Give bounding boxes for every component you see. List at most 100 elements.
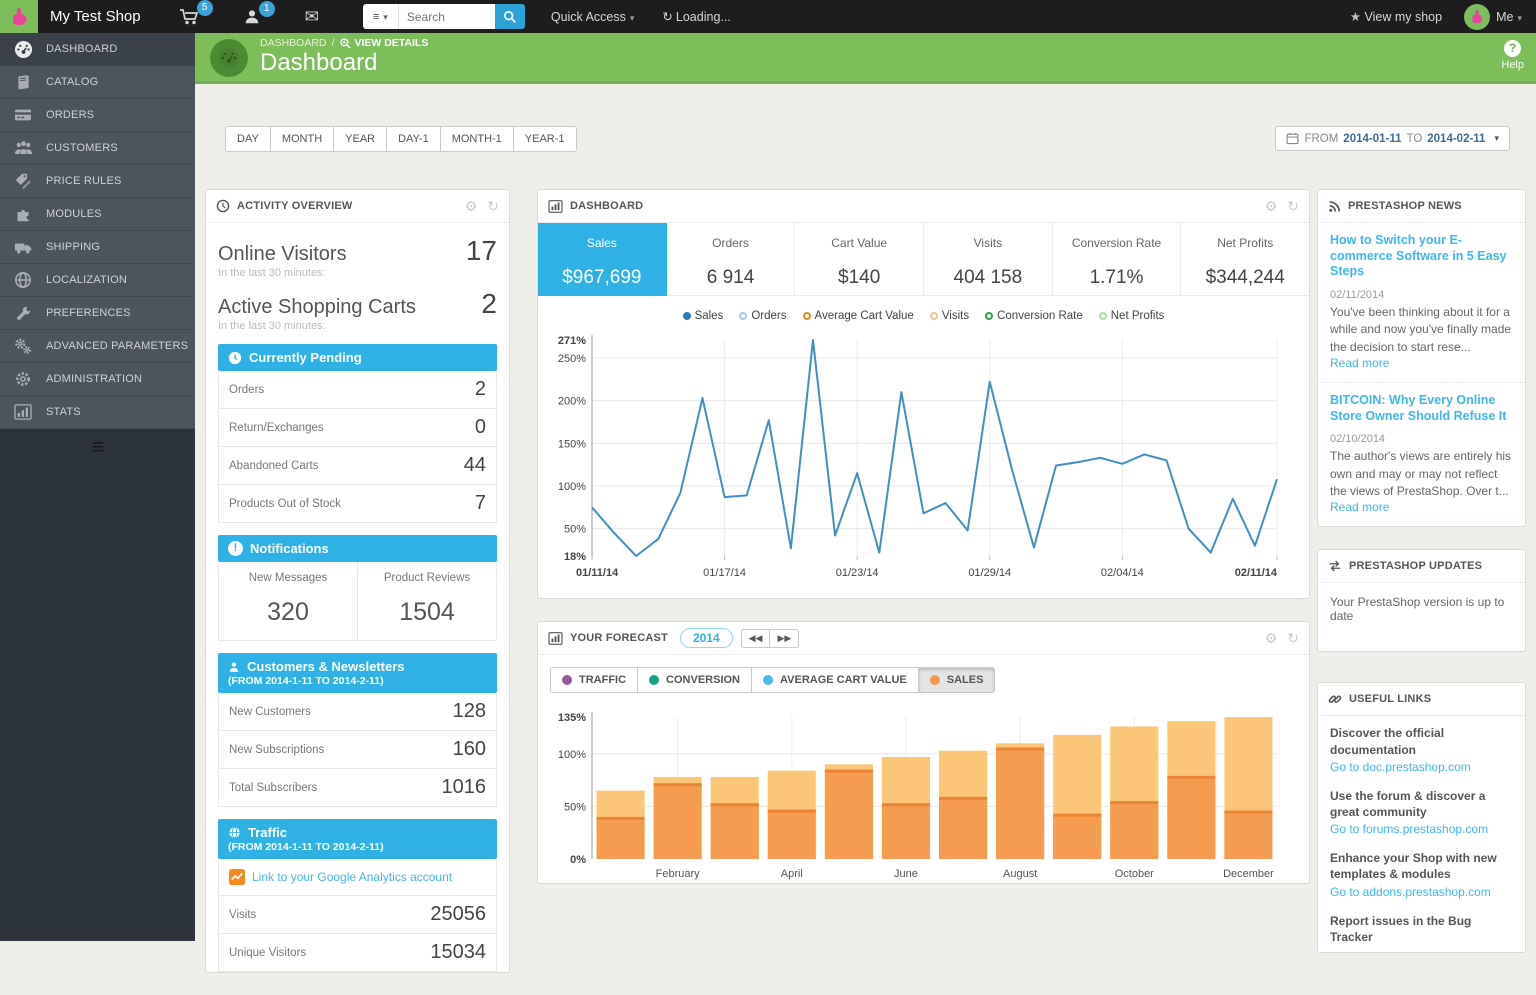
sidebar-item-catalog[interactable]: CATALOG — [0, 66, 195, 99]
legend-average-cart-value[interactable]: Average Cart Value — [803, 310, 914, 322]
visits-row[interactable]: Visits 25056 — [219, 896, 496, 934]
envelope-icon: ✉ — [305, 7, 319, 27]
out-of-stock-row[interactable]: Products Out of Stock 7 — [219, 485, 496, 522]
total-subscribers-row[interactable]: Total Subscribers 1016 — [219, 769, 496, 806]
active-carts-stat[interactable]: Active Shopping Carts 2 — [218, 288, 497, 320]
addons-link[interactable]: Go to addons.prestashop.com — [1330, 885, 1513, 899]
sidebar-item-preferences[interactable]: PREFERENCES — [0, 297, 195, 330]
refresh-icon[interactable]: ↻ — [1287, 630, 1299, 647]
legend-dot — [803, 312, 811, 320]
prestashop-logo[interactable] — [0, 0, 38, 33]
new-messages-cell[interactable]: New Messages 320 — [219, 562, 357, 640]
new-customers-row[interactable]: New Customers 128 — [219, 693, 496, 731]
sidebar-item-shipping[interactable]: SHIPPING — [0, 231, 195, 264]
read-more-link[interactable]: Read more — [1330, 356, 1513, 370]
kpi-orders[interactable]: Orders 6 914 — [667, 223, 796, 296]
legend-visits[interactable]: Visits — [930, 310, 969, 322]
search-input[interactable] — [399, 4, 495, 29]
date-range-picker[interactable]: FROM 2014-01-11 TO 2014-02-11 ▾ — [1275, 126, 1510, 151]
chevron-down-icon: ▾ — [1517, 13, 1522, 23]
svg-text:01/23/14: 01/23/14 — [836, 567, 879, 579]
sidebar-item-customers[interactable]: CUSTOMERS — [0, 132, 195, 165]
range-day-button[interactable]: DAY — [225, 126, 270, 152]
cart-button[interactable]: 5 — [179, 7, 199, 26]
legend-sales[interactable]: Sales — [683, 310, 724, 322]
customers-button[interactable]: 1 — [243, 8, 261, 26]
legend-dot — [739, 312, 747, 320]
wrench-icon — [0, 305, 46, 322]
kpi-net-profits[interactable]: Net Profits $344,244 — [1181, 223, 1309, 296]
bar-chart-icon — [548, 200, 563, 213]
kpi-sales[interactable]: Sales $967,699 — [538, 223, 667, 296]
legend-net-profits[interactable]: Net Profits — [1099, 310, 1165, 322]
sidebar-item-localization[interactable]: LOCALIZATION — [0, 264, 195, 297]
gear-icon[interactable]: ⚙ — [465, 198, 478, 215]
messages-button[interactable]: ✉ — [305, 7, 319, 27]
search-type-dropdown[interactable]: ≡▾ — [363, 4, 399, 29]
range-month-button[interactable]: MONTH — [270, 126, 333, 152]
pending-returns-row[interactable]: Return/Exchanges 0 — [219, 409, 496, 447]
customers-newsletters-header: Customers & Newsletters (FROM 2014-1-11 … — [218, 653, 497, 693]
hand-cursor-icon — [10, 7, 28, 27]
shop-name[interactable]: My Test Shop — [50, 8, 141, 25]
gear-icon[interactable]: ⚙ — [1265, 630, 1278, 647]
sidebar-item-advanced-parameters[interactable]: ADVANCED PARAMETERS — [0, 330, 195, 363]
svg-text:50%: 50% — [564, 524, 586, 536]
new-subscriptions-row[interactable]: New Subscriptions 160 — [219, 731, 496, 769]
pending-orders-row[interactable]: Orders 2 — [219, 371, 496, 409]
dashboard-panel: DASHBOARD ⚙ ↻ Sales $967,699 Orders 6 91… — [537, 189, 1310, 599]
cart-icon — [179, 7, 199, 26]
kpi-cart-value[interactable]: Cart Value $140 — [795, 223, 924, 296]
sidebar-item-price-rules[interactable]: PRICE RULES — [0, 165, 195, 198]
toggle-conversion[interactable]: CONVERSION — [637, 667, 751, 693]
news-headline[interactable]: How to Switch your E-commerce Software i… — [1330, 233, 1513, 280]
useful-link-item: Enhance your Shop with new templates & m… — [1318, 841, 1525, 903]
user-menu[interactable]: Me▾ — [1496, 10, 1522, 24]
sidebar-item-orders[interactable]: ORDERS — [0, 99, 195, 132]
unique-visitors-row[interactable]: Unique Visitors 15034 — [219, 934, 496, 971]
range-year-button[interactable]: YEAR — [333, 126, 386, 152]
quick-access-menu[interactable]: Quick Access▾ — [551, 10, 635, 24]
sidebar-collapse-handle[interactable]: ≡ — [0, 429, 195, 465]
sidebar-item-administration[interactable]: ADMINISTRATION — [0, 363, 195, 396]
abandoned-carts-row[interactable]: Abandoned Carts 44 — [219, 447, 496, 485]
previous-year-button[interactable]: ◀◀ — [741, 629, 770, 648]
help-button[interactable]: ? Help — [1501, 40, 1524, 71]
sidebar-item-modules[interactable]: MODULES — [0, 198, 195, 231]
sidebar-item-dashboard[interactable]: DASHBOARD — [0, 33, 195, 66]
read-more-link[interactable]: Read more — [1330, 500, 1513, 514]
doc-link[interactable]: Go to doc.prestashop.com — [1330, 760, 1513, 774]
toggle-average-cart-value[interactable]: AVERAGE CART VALUE — [751, 667, 918, 693]
refresh-icon[interactable]: ↻ — [1287, 198, 1299, 215]
book-icon — [0, 74, 46, 91]
sales-line-chart: 18%50%100%150%200%250%271%01/11/1401/17/… — [538, 324, 1309, 598]
view-details-link[interactable]: VIEW DETAILS — [339, 37, 428, 49]
next-year-button[interactable]: ▶▶ — [769, 629, 799, 648]
view-my-shop-link[interactable]: ★ View my shop — [1350, 9, 1442, 24]
range-month-1-button[interactable]: MONTH-1 — [440, 126, 513, 152]
legend-orders[interactable]: Orders — [739, 310, 786, 322]
range-year-1-button[interactable]: YEAR-1 — [513, 126, 577, 152]
sales-dot — [930, 675, 940, 685]
kpi-conversion-rate[interactable]: Conversion Rate 1.71% — [1053, 223, 1182, 296]
range-day-1-button[interactable]: DAY-1 — [386, 126, 440, 152]
news-headline[interactable]: BITCOIN: Why Every Online Store Owner Sh… — [1330, 393, 1513, 424]
clock-icon — [216, 199, 230, 213]
search-button[interactable] — [495, 4, 525, 29]
google-analytics-link[interactable]: Link to your Google Analytics account — [219, 859, 496, 896]
product-reviews-cell[interactable]: Product Reviews 1504 — [357, 562, 496, 640]
user-avatar[interactable] — [1464, 4, 1490, 30]
kpi-visits[interactable]: Visits 404 158 — [924, 223, 1053, 296]
currently-pending-header: Currently Pending — [218, 344, 497, 371]
forums-link[interactable]: Go to forums.prestashop.com — [1330, 822, 1513, 836]
gear-icon[interactable]: ⚙ — [1265, 198, 1278, 215]
useful-links-panel: USEFUL LINKS Discover the official docum… — [1317, 682, 1526, 953]
sidebar-item-stats[interactable]: STATS — [0, 396, 195, 429]
kpi-row: Sales $967,699 Orders 6 914 Cart Value $… — [538, 223, 1309, 296]
refresh-icon[interactable]: ↻ — [487, 198, 499, 215]
bar-chart-icon — [0, 404, 46, 420]
online-visitors-stat[interactable]: Online Visitors 17 — [218, 235, 497, 267]
legend-conversion-rate[interactable]: Conversion Rate — [985, 310, 1083, 322]
toggle-traffic[interactable]: TRAFFIC — [550, 667, 637, 693]
toggle-sales[interactable]: SALES — [918, 667, 996, 693]
